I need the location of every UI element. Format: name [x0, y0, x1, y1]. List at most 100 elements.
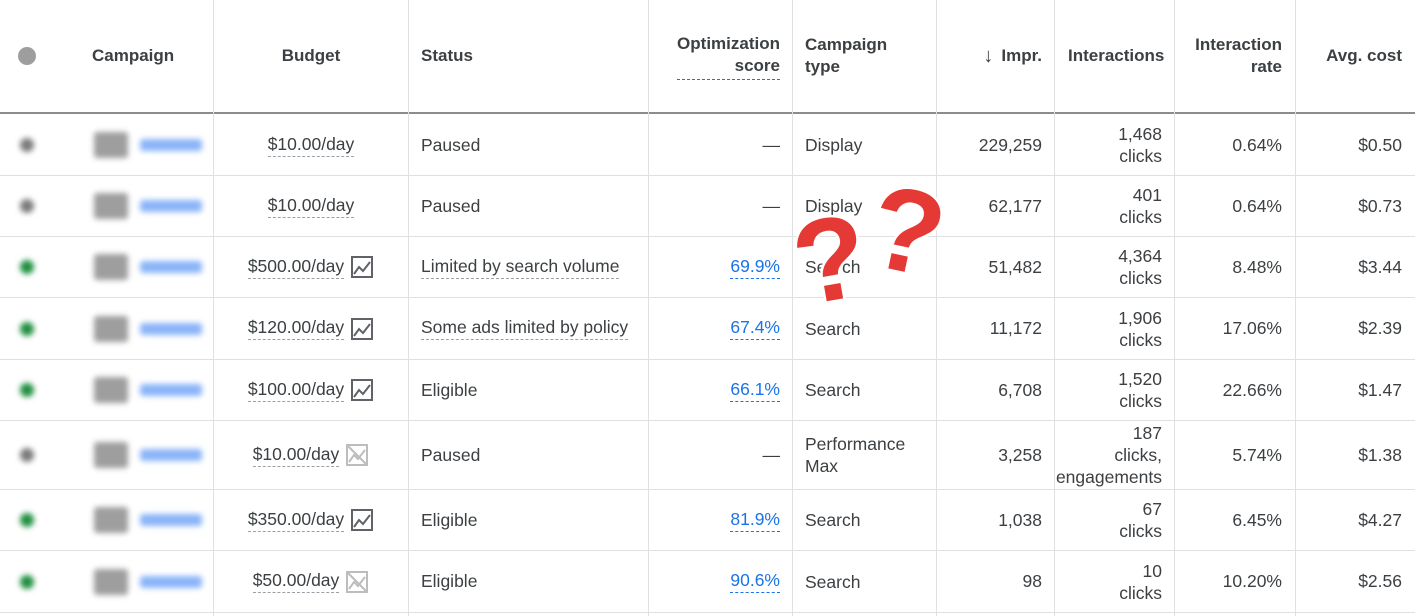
impressions-cell: 6,708: [998, 379, 1042, 400]
header-interaction-rate[interactable]: Interaction rate: [1180, 0, 1282, 112]
header-impressions[interactable]: ↓ Impr.: [940, 0, 1042, 112]
interactions-cell: 1,906 clicks: [1040, 298, 1162, 359]
header-optimization-line2: score: [734, 55, 780, 75]
campaign-name-link[interactable]: [140, 261, 202, 273]
header-campaign-type[interactable]: Campaign type: [805, 0, 930, 112]
interaction-rate-cell: 0.64%: [1232, 134, 1282, 155]
budget-value[interactable]: $350.00/day: [247, 509, 345, 532]
interactions-cell: 1,520 clicks: [1040, 360, 1162, 420]
campaign-name-link[interactable]: [140, 139, 202, 151]
avg-cost-cell: $1.38: [1358, 444, 1402, 465]
status-dot-icon[interactable]: [20, 321, 34, 336]
campaign-name-link[interactable]: [140, 322, 202, 335]
status-filter-icon[interactable]: [18, 47, 36, 65]
campaign-cell: [94, 298, 209, 359]
header-interactions[interactable]: Interactions: [1068, 0, 1178, 112]
campaign-type-text: Display: [805, 134, 862, 156]
campaign-type-text: Search: [805, 256, 860, 278]
status-dot-icon[interactable]: [20, 260, 34, 274]
impressions-cell: 51,482: [988, 256, 1042, 277]
status-cell: [20, 360, 50, 420]
campaigns-table: Campaign Budget Status Optimization scor…: [0, 0, 1415, 616]
interactions-cell: 1,468 clicks: [1040, 115, 1162, 175]
campaign-name-link[interactable]: [140, 514, 202, 526]
optimization-score: —: [762, 444, 781, 465]
campaign-type-cell: Search: [805, 237, 933, 297]
interactions-unit: clicks: [1119, 391, 1162, 411]
optimization-score[interactable]: 66.1%: [730, 379, 780, 402]
campaign-name-link[interactable]: [140, 384, 202, 396]
chart-off-icon[interactable]: [345, 570, 369, 594]
campaign-status[interactable]: Some ads limited by policy: [421, 317, 629, 340]
interaction-rate-cell: 8.48%: [1232, 256, 1282, 277]
campaign-type-cell: Search: [805, 490, 933, 550]
chart-icon[interactable]: [350, 508, 374, 532]
chart-icon[interactable]: [350, 255, 374, 279]
campaign-type-cell: Display: [805, 176, 933, 236]
optimization-score-cell: 90.6%: [650, 551, 780, 612]
budget-value[interactable]: $500.00/day: [247, 256, 345, 279]
interactions-text: 4,364 clicks: [1118, 245, 1162, 289]
status-dot-icon[interactable]: [20, 513, 34, 527]
status-dot-icon[interactable]: [20, 448, 34, 462]
budget-value[interactable]: $10.00/day: [267, 134, 355, 157]
header-optimization-score[interactable]: Optimization score: [650, 0, 780, 112]
header-interaction-rate-line1: Interaction: [1195, 35, 1282, 54]
campaign-name-link[interactable]: [140, 575, 202, 588]
campaign-name-link[interactable]: [140, 200, 202, 212]
campaign-status: Paused: [421, 134, 481, 155]
budget-value[interactable]: $10.00/day: [252, 444, 340, 467]
header-budget[interactable]: Budget: [214, 0, 408, 112]
impressions-cell: 3,258: [998, 444, 1042, 465]
status-dot-icon[interactable]: [20, 199, 34, 213]
campaign-name-link[interactable]: [140, 449, 202, 461]
optimization-score[interactable]: 81.9%: [730, 509, 780, 532]
status-cell: [20, 298, 50, 359]
status-header-dot[interactable]: [18, 0, 48, 112]
interactions-text: 1,520 clicks: [1118, 368, 1162, 412]
optimization-score[interactable]: 90.6%: [730, 570, 780, 593]
column-divider: [936, 0, 937, 616]
campaign-cell: [94, 360, 209, 420]
optimization-score[interactable]: 69.9%: [730, 256, 780, 279]
budget-wrap: $50.00/day: [252, 570, 370, 594]
campaign-type-icon: [94, 315, 128, 342]
budget-value[interactable]: $10.00/day: [267, 195, 355, 218]
optimization-score[interactable]: 67.4%: [730, 317, 780, 340]
campaign-type-cell: Display: [805, 115, 933, 175]
optimization-score: —: [762, 134, 781, 155]
header-campaign[interactable]: Campaign: [92, 0, 212, 112]
status-dot-icon[interactable]: [20, 383, 34, 397]
budget-value[interactable]: $120.00/day: [247, 317, 345, 340]
budget-wrap: $120.00/day: [247, 317, 374, 341]
budget-cell: $10.00/day: [214, 176, 408, 236]
status-dot-icon[interactable]: [20, 574, 34, 589]
sort-descending-icon: ↓: [983, 44, 994, 67]
interactions-unit: clicks: [1119, 582, 1162, 603]
impressions-cell: 11,172: [989, 318, 1042, 338]
avg-cost-cell: $4.27: [1358, 509, 1402, 530]
status-text-cell: Some ads limited by policy: [421, 298, 646, 359]
optimization-score-cell: 66.1%: [650, 360, 780, 420]
interactions-unit: clicks,: [1114, 445, 1162, 465]
header-status[interactable]: Status: [421, 0, 641, 112]
interactions-unit: clicks: [1119, 268, 1162, 288]
interactions-text: 67 clicks: [1119, 498, 1162, 542]
campaign-status[interactable]: Limited by search volume: [421, 256, 620, 279]
budget-value[interactable]: $100.00/day: [247, 379, 345, 402]
chart-icon[interactable]: [350, 378, 374, 402]
interactions-count: 67: [1142, 499, 1162, 519]
avg-cost-cell: $3.44: [1358, 256, 1402, 277]
campaign-type-cell: Performance Max: [805, 421, 933, 489]
budget-cell: $50.00/day: [214, 551, 408, 612]
interactions-unit: clicks: [1119, 146, 1162, 166]
campaign-status: Eligible: [421, 571, 478, 591]
status-text-cell: Paused: [421, 176, 646, 236]
chart-icon[interactable]: [350, 317, 374, 341]
chart-off-icon[interactable]: [345, 443, 369, 467]
status-dot-icon[interactable]: [20, 138, 34, 152]
campaign-type-text: Display: [805, 195, 862, 217]
budget-value[interactable]: $50.00/day: [252, 570, 340, 593]
header-avg-cost[interactable]: Avg. cost: [1300, 0, 1402, 112]
interaction-rate-cell: 22.66%: [1222, 379, 1282, 400]
